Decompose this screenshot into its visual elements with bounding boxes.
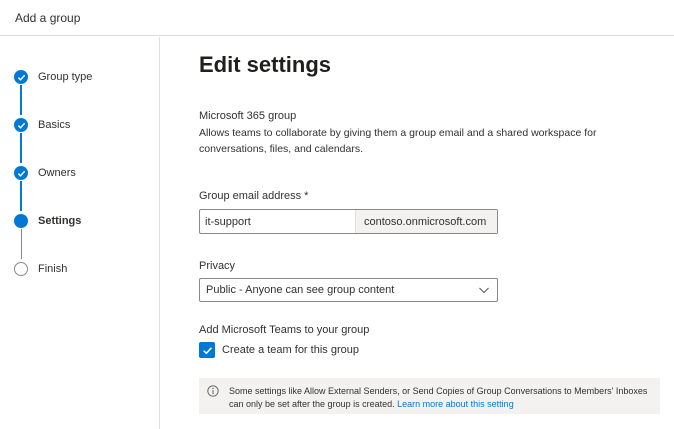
step-basics[interactable]: Basics (14, 117, 70, 133)
step-label: Finish (38, 263, 68, 275)
learn-more-link[interactable]: Learn more about this setting (397, 399, 514, 409)
privacy-label: Privacy (199, 260, 236, 272)
checkmark-icon (202, 346, 212, 354)
info-icon (207, 385, 219, 397)
wizard-steps-sidebar: Group type Basics Owners Settings Finish (0, 37, 160, 429)
step-finish[interactable]: Finish (14, 261, 67, 277)
title-bar: Add a group (0, 0, 674, 36)
privacy-dropdown[interactable]: Public - Anyone can see group content (199, 278, 498, 302)
chevron-down-icon (479, 287, 489, 294)
teams-label: Add Microsoft Teams to your group (199, 324, 370, 336)
step-connector (20, 229, 22, 259)
info-message-bar: Some settings like Allow External Sender… (199, 378, 660, 414)
checkmark-icon (14, 70, 28, 84)
step-label: Owners (38, 167, 76, 179)
checkmark-icon (14, 166, 28, 180)
current-step-dot-icon (14, 214, 28, 228)
step-label: Group type (38, 71, 93, 83)
privacy-selected-value: Public - Anyone can see group content (206, 284, 395, 296)
step-connector (20, 133, 22, 163)
create-team-checkbox[interactable] (199, 342, 215, 358)
window-title: Add a group (15, 11, 81, 25)
create-team-label[interactable]: Create a team for this group (222, 344, 359, 356)
group-type-description: Allows teams to collaborate by giving th… (199, 127, 597, 155)
checkmark-icon (14, 118, 28, 132)
group-type-title: Microsoft 365 group (199, 110, 297, 122)
step-group-type[interactable]: Group type (14, 69, 92, 85)
step-settings[interactable]: Settings (14, 213, 81, 229)
empty-circle-icon (14, 262, 28, 276)
email-label: Group email address * (199, 190, 309, 202)
info-text-block: Some settings like Allow External Sender… (229, 385, 654, 411)
step-label: Settings (38, 215, 82, 227)
email-input[interactable]: it-support (200, 210, 355, 233)
step-owners[interactable]: Owners (14, 165, 76, 181)
step-connector (20, 181, 22, 211)
email-domain-suffix: contoso.onmicrosoft.com (355, 210, 497, 233)
step-label: Basics (38, 119, 71, 131)
page-title: Edit settings (199, 52, 332, 77)
step-connector (20, 85, 22, 115)
group-email-field[interactable]: it-support contoso.onmicrosoft.com (199, 209, 498, 234)
